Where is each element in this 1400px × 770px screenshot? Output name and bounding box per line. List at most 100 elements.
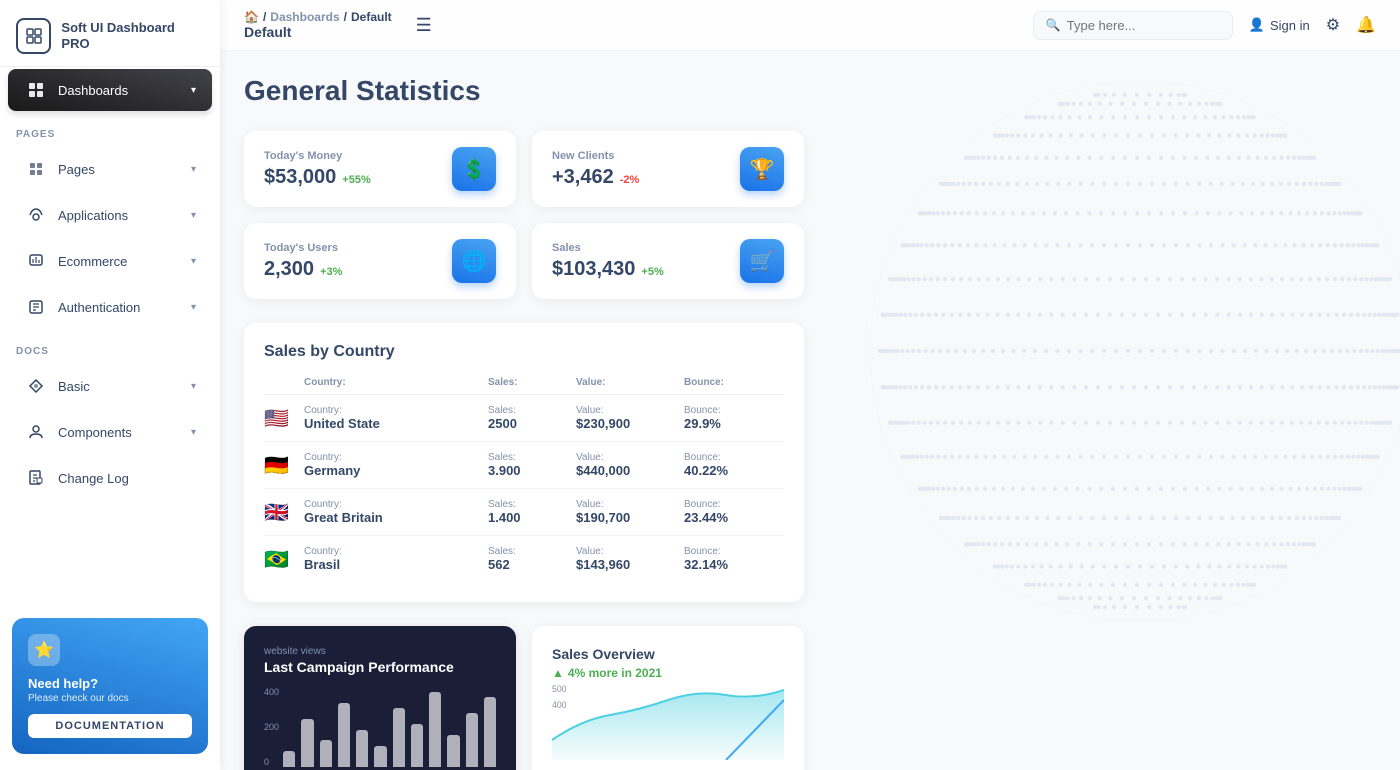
stat-icon-sales: 🛒 xyxy=(740,239,784,283)
y-label-0: 0 xyxy=(264,757,279,767)
sales-val-br: 562 xyxy=(488,557,568,572)
breadcrumb-dashboards[interactable]: Dashboards xyxy=(270,10,339,24)
flag-br: 🇧🇷 xyxy=(264,547,296,572)
y-label-200: 200 xyxy=(264,722,279,732)
bar-0 xyxy=(283,751,295,767)
value-label-br: Value: xyxy=(576,546,676,557)
stat-icon-clients: 🏆 xyxy=(740,147,784,191)
country-row-gb: 🇬🇧 Country: Great Britain Sales: 1.400 V… xyxy=(264,489,784,536)
up-arrow-icon: ▲ xyxy=(552,666,564,680)
bell-icon[interactable]: 🔔 xyxy=(1356,15,1376,35)
country-label-de: Country: xyxy=(304,452,480,463)
user-icon: 👤 xyxy=(1249,17,1265,33)
changelog-icon xyxy=(24,466,48,490)
dollar-icon: 💲 xyxy=(462,157,487,182)
sidebar-item-changelog-label: Change Log xyxy=(58,471,129,486)
sidebar-item-basic[interactable]: Basic ▾ xyxy=(8,365,212,407)
bar-3 xyxy=(338,703,350,767)
stat-change-money: +55% xyxy=(342,174,370,186)
stat-value-clients: +3,462 xyxy=(552,166,614,189)
bar-6 xyxy=(393,708,405,767)
content-area: /* Globe rendered via SVG */ General Sta… xyxy=(220,51,1400,770)
country-row-de: 🇩🇪 Country: Germany Sales: 3.900 Value: … xyxy=(264,442,784,489)
stat-change-clients: -2% xyxy=(620,174,640,186)
stat-card-sales: Sales $103,430 +5% 🛒 xyxy=(532,223,804,299)
documentation-button[interactable]: DOCUMENTATION xyxy=(28,714,192,738)
bounce-val-de: 40.22% xyxy=(684,463,784,478)
value-val-br: $143,960 xyxy=(576,557,676,572)
sidebar-item-applications[interactable]: Applications ▾ xyxy=(8,194,212,236)
country-name-de: Germany xyxy=(304,463,480,478)
breadcrumb: 🏠 / Dashboards / Default xyxy=(244,10,392,24)
sales-label-de: Sales: xyxy=(488,452,568,463)
bar-7 xyxy=(411,724,423,767)
sidebar-item-components[interactable]: Components ▾ xyxy=(8,411,212,453)
sales-overview-card: Sales Overview ▲ 4% more in 2021 xyxy=(532,626,804,770)
search-box[interactable]: 🔍 xyxy=(1033,11,1233,40)
globe-decoration: /* Globe rendered via SVG */ xyxy=(840,51,1400,681)
sidebar-item-basic-label: Basic xyxy=(58,379,90,394)
settings-icon[interactable]: ⚙ xyxy=(1326,15,1340,35)
authentication-icon xyxy=(24,295,48,319)
bar-chart-area: JFMAMJJASOND xyxy=(283,687,496,770)
bar-chart-card: website views Last Campaign Performance … xyxy=(244,626,516,770)
stat-card-users-info: Today's Users 2,300 +3% xyxy=(264,242,342,281)
sidebar: Soft UI Dashboard PRO Dashboards ▾ PAGES… xyxy=(0,0,220,770)
sidebar-item-pages[interactable]: Pages ▾ xyxy=(8,148,212,190)
topbar-breadcrumbs: 🏠 / Dashboards / Default Default xyxy=(244,10,392,40)
sidebar-item-authentication-label: Authentication xyxy=(58,300,140,315)
col-header-sales: Sales: xyxy=(488,377,568,388)
bounce-label-gb: Bounce: xyxy=(684,499,784,510)
applications-icon xyxy=(24,203,48,227)
help-star-icon: ⭐ xyxy=(28,634,60,666)
pages-icon xyxy=(24,157,48,181)
menu-icon[interactable]: ☰ xyxy=(416,15,432,36)
stat-change-sales: +5% xyxy=(641,266,663,278)
sidebar-item-ecommerce-label: Ecommerce xyxy=(58,254,127,269)
ecommerce-chevron-icon: ▾ xyxy=(191,256,196,267)
topbar: 🏠 / Dashboards / Default Default ☰ 🔍 👤 S… xyxy=(220,0,1400,51)
stat-label-sales: Sales xyxy=(552,242,664,254)
bar-2 xyxy=(320,740,332,767)
value-label-de: Value: xyxy=(576,452,676,463)
trophy-icon: 🏆 xyxy=(750,157,775,182)
flag-gb: 🇬🇧 xyxy=(264,500,296,525)
stat-change-users: +3% xyxy=(320,266,342,278)
col-header-bounce: Bounce: xyxy=(684,377,784,388)
stat-card-clients-info: New Clients +3,462 -2% xyxy=(552,150,639,189)
value-val-de: $440,000 xyxy=(576,463,676,478)
value-label-us: Value: xyxy=(576,405,676,416)
sidebar-item-dashboards[interactable]: Dashboards ▾ xyxy=(8,69,212,111)
stat-label-clients: New Clients xyxy=(552,150,639,162)
stat-label-money: Today's Money xyxy=(264,150,371,162)
y-label-400: 400 xyxy=(264,687,279,697)
bar-chart-bars xyxy=(283,687,496,767)
sidebar-logo: Soft UI Dashboard PRO xyxy=(0,0,220,67)
page-title-topbar: Default xyxy=(244,24,392,40)
signin-button[interactable]: 👤 Sign in xyxy=(1249,17,1310,33)
country-row-br: 🇧🇷 Country: Brasil Sales: 562 Value: $14… xyxy=(264,536,784,582)
stat-card-money-info: Today's Money $53,000 +55% xyxy=(264,150,371,189)
sales-by-country-title: Sales by Country xyxy=(264,343,784,361)
bounce-val-us: 29.9% xyxy=(684,416,784,431)
docs-section-label: DOCS xyxy=(0,330,220,363)
stats-grid: Today's Money $53,000 +55% 💲 New Clients… xyxy=(244,131,804,299)
search-icon: 🔍 xyxy=(1046,18,1061,32)
sidebar-item-ecommerce[interactable]: Ecommerce ▾ xyxy=(8,240,212,282)
sales-overview-title: Sales Overview xyxy=(552,646,784,662)
svg-text:500: 500 xyxy=(552,684,567,694)
col-header-country: Country: xyxy=(304,377,480,388)
sidebar-item-changelog[interactable]: Change Log xyxy=(8,457,212,499)
country-name-br: Brasil xyxy=(304,557,480,572)
flag-de: 🇩🇪 xyxy=(264,453,296,478)
home-icon[interactable]: 🏠 xyxy=(244,10,259,24)
sidebar-item-authentication[interactable]: Authentication ▾ xyxy=(8,286,212,328)
bar-9 xyxy=(447,735,459,767)
sales-by-country-card: Sales by Country Country: Sales: Value: … xyxy=(244,323,804,602)
country-label-br: Country: xyxy=(304,546,480,557)
search-input[interactable] xyxy=(1067,18,1220,33)
cart-icon: 🛒 xyxy=(750,249,775,274)
sales-label-gb: Sales: xyxy=(488,499,568,510)
applications-chevron-icon: ▾ xyxy=(191,210,196,221)
sales-val-de: 3.900 xyxy=(488,463,568,478)
